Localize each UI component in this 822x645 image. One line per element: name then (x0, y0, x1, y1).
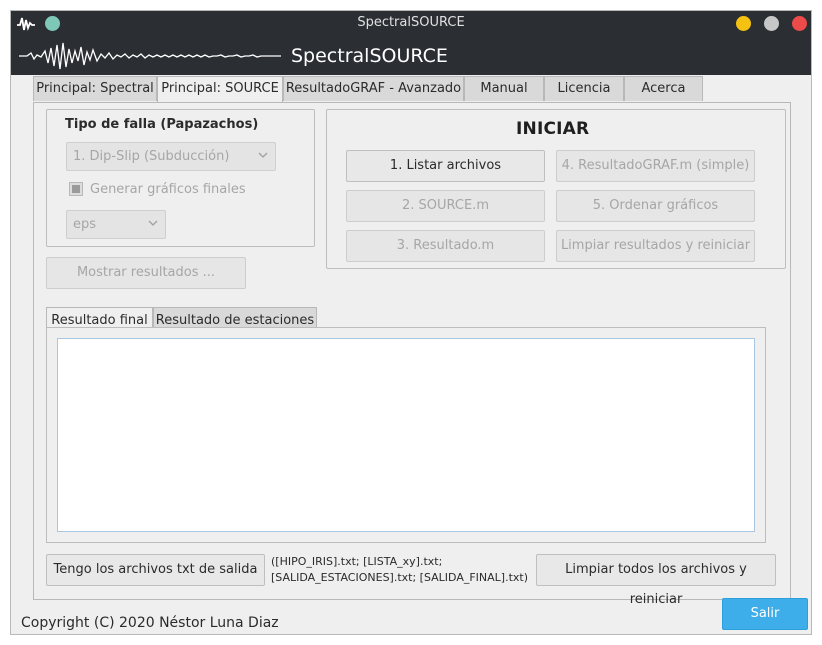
files-hint-line-1: ([HIPO_IRIS].txt; [LISTA_xy].txt; (271, 555, 443, 568)
exit-button[interactable]: Salir (722, 598, 808, 630)
tab-acerca[interactable]: Acerca (624, 76, 703, 101)
clear-results-button[interactable]: Limpiar resultados y reiniciar (556, 230, 755, 262)
clear-all-files-button[interactable]: Limpiar todos los archivos y reiniciar (536, 554, 776, 607)
format-value: eps (73, 217, 97, 232)
header-banner: SpectralSOURCE (11, 37, 811, 75)
result-output-frame (46, 327, 766, 543)
resultado-m-button[interactable]: 3. Resultado.m (346, 230, 545, 262)
tab-principal-spectral[interactable]: Principal: Spectral (33, 76, 157, 101)
list-files-button[interactable]: 1. Listar archivos (346, 150, 545, 182)
files-hint-line-2: [SALIDA_ESTACIONES].txt; [SALIDA_FINAL].… (271, 571, 529, 584)
resultadograf-simple-button[interactable]: 4. ResultadoGRAF.m (simple) (556, 150, 755, 182)
tab-licencia[interactable]: Licencia (544, 76, 624, 101)
tab-resultadograf-avanzado[interactable]: ResultadoGRAF - Avanzado (283, 76, 464, 101)
source-m-button[interactable]: 2. SOURCE.m (346, 190, 545, 222)
format-select[interactable]: eps (66, 210, 166, 239)
fault-type-select[interactable]: 1. Dip-Slip (Subducción) (66, 142, 276, 171)
fault-type-value: 1. Dip-Slip (Subducción) (73, 149, 230, 164)
title-bar: SpectralSOURCE (11, 11, 811, 37)
generate-graphs-checkbox[interactable] (69, 182, 83, 196)
seismogram-logo (19, 42, 281, 70)
show-results-button[interactable]: Mostrar resultados ... (46, 257, 246, 289)
result-output-textarea[interactable] (57, 338, 755, 532)
close-button[interactable] (792, 16, 807, 31)
tab-principal-source[interactable]: Principal: SOURCE (157, 76, 283, 103)
app-window: SpectralSOURCE SpectralSOURCE Principal:… (10, 10, 812, 635)
have-files-button[interactable]: Tengo los archivos txt de salida (46, 554, 265, 586)
generate-graphs-label: Generar gráficos finales (90, 182, 246, 197)
tab-manual[interactable]: Manual (464, 76, 544, 101)
window-title: SpectralSOURCE (357, 15, 465, 30)
copyright-text: Copyright (C) 2020 Néstor Luna Diaz (21, 615, 279, 631)
maximize-button[interactable] (764, 16, 779, 31)
minimize-button[interactable] (736, 16, 751, 31)
chevron-down-icon (148, 220, 158, 226)
start-heading: INICIAR (516, 119, 590, 139)
chevron-down-icon (258, 152, 268, 158)
fault-type-label: Tipo de falla (Papazachos) (65, 117, 259, 132)
banner-title: SpectralSOURCE (291, 45, 448, 67)
order-graphs-button[interactable]: 5. Ordenar gráficos (556, 190, 755, 222)
